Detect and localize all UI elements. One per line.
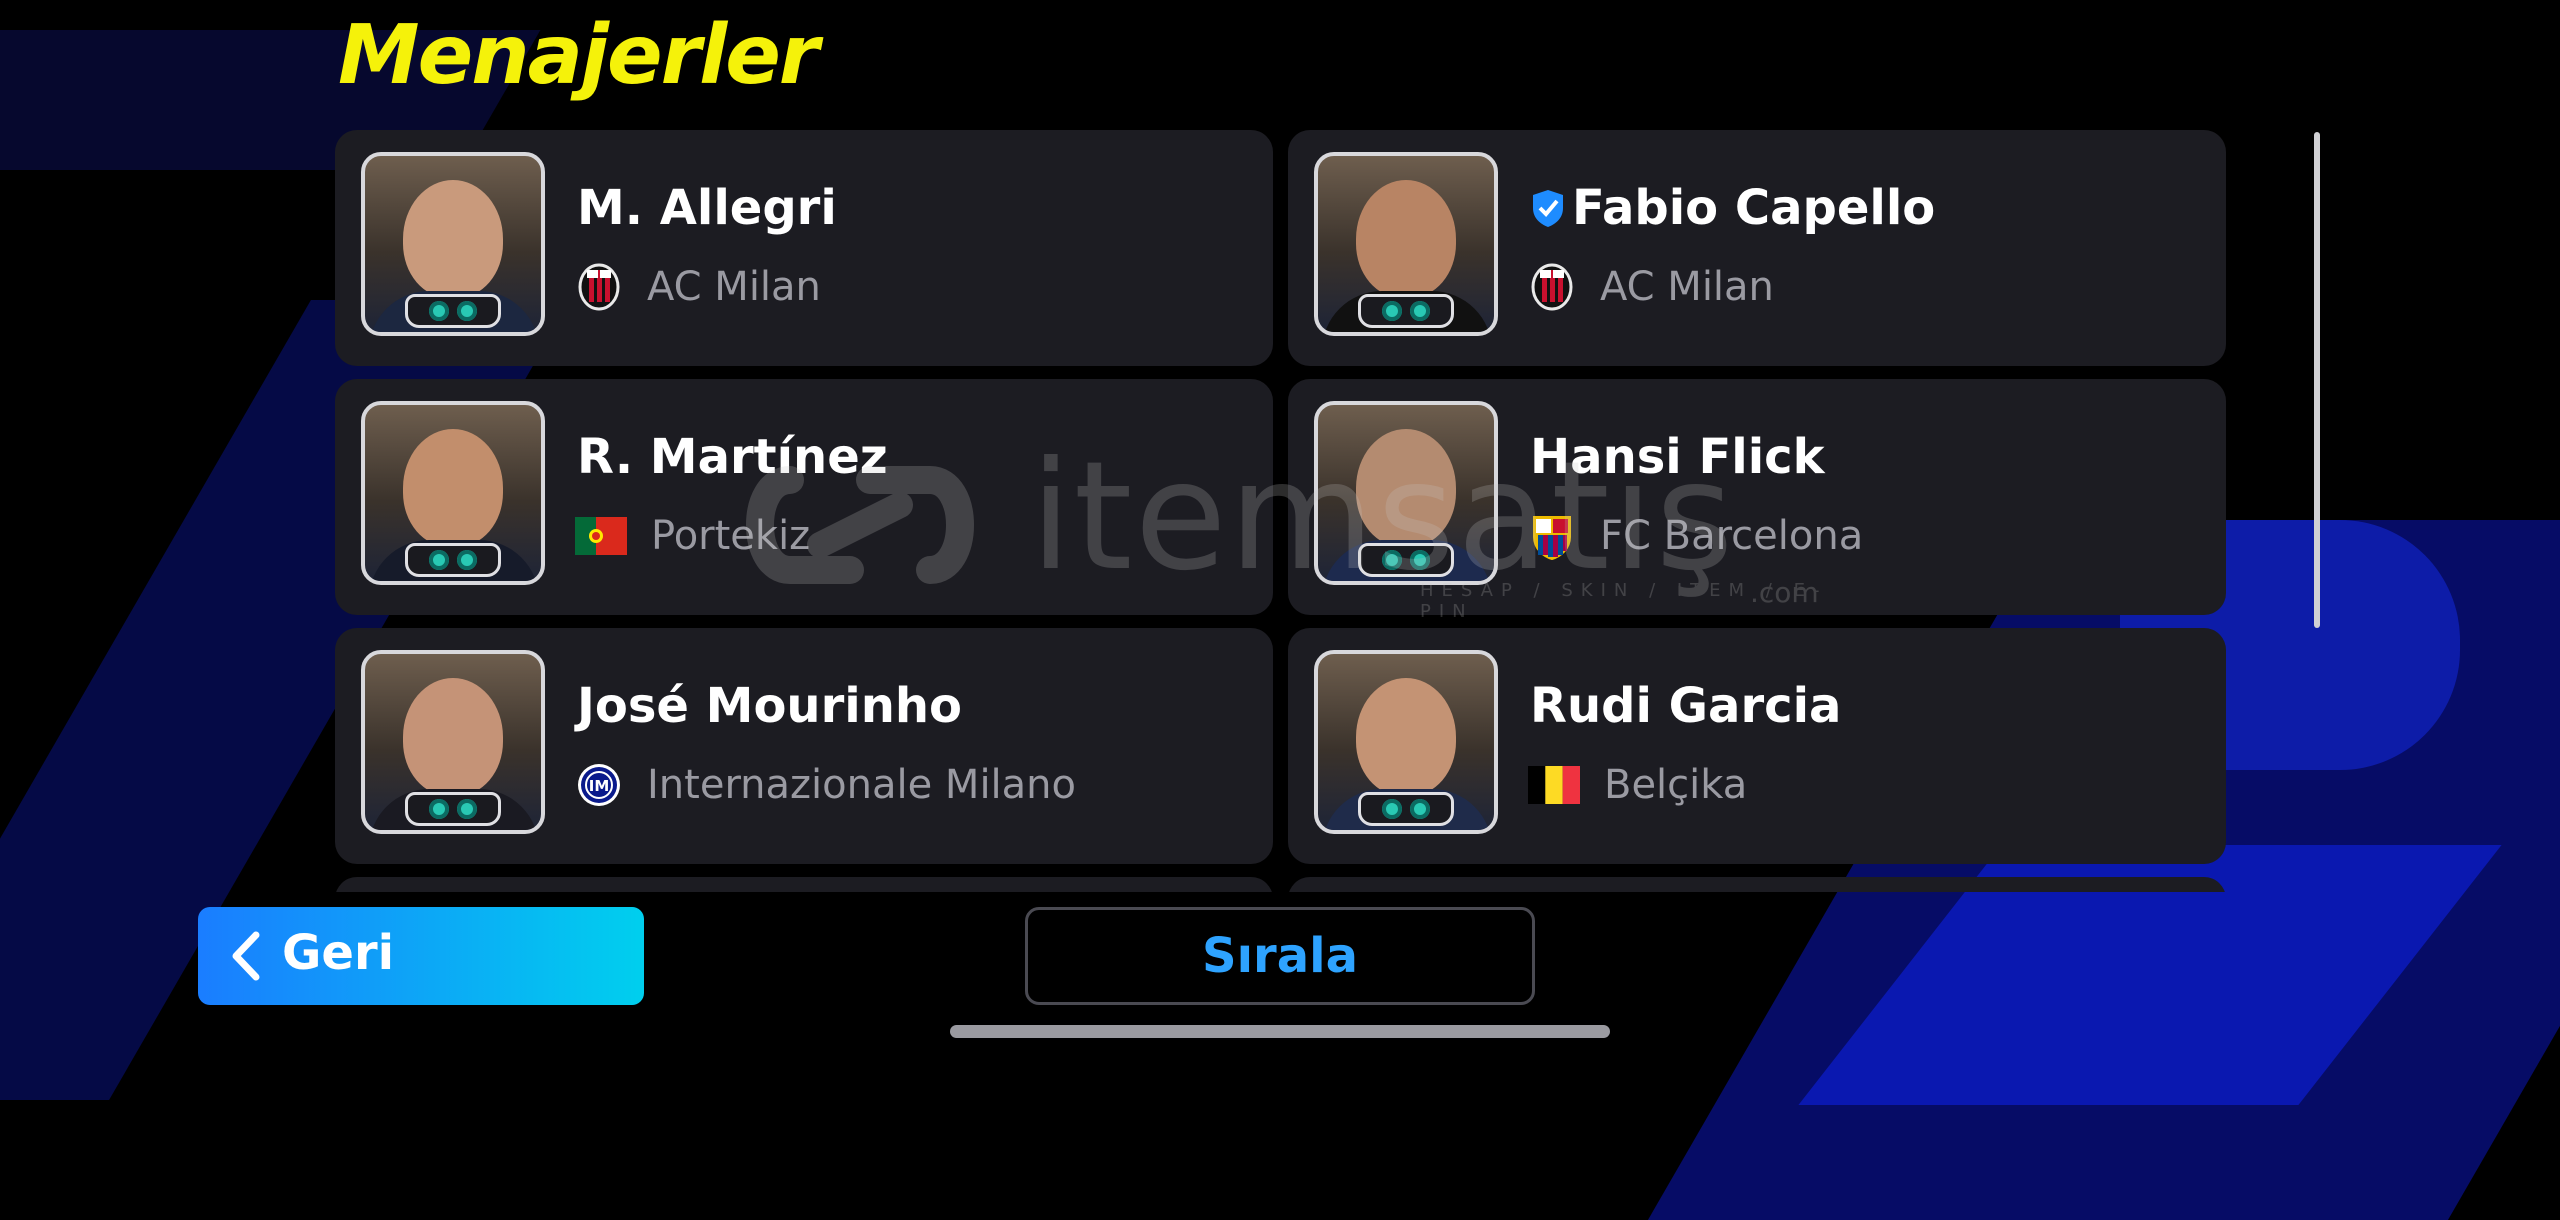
- back-button[interactable]: Geri: [198, 907, 644, 1005]
- manager-photo: [361, 401, 545, 585]
- fc-barcelona-crest-icon: [1533, 516, 1571, 561]
- team-name: Internazionale Milano: [647, 762, 1077, 808]
- manager-photo: [361, 152, 545, 336]
- page-title: Menajerler: [338, 8, 819, 103]
- manager-photo: [1314, 650, 1498, 834]
- manager-name: Rudi Garcia: [1530, 678, 1842, 734]
- manager-name: Hansi Flick: [1530, 429, 1825, 485]
- back-button-label: Geri: [282, 925, 395, 981]
- chevron-left-icon: [232, 931, 260, 981]
- sort-button-label: Sırala: [1202, 928, 1358, 984]
- skill-badges: [405, 792, 501, 826]
- manager-photo: [1314, 401, 1498, 585]
- manager-name: R. Martínez: [577, 429, 888, 485]
- manager-card[interactable]: Rudi Garcia Belçika: [1288, 628, 2226, 864]
- manager-card[interactable]: [335, 877, 1273, 892]
- manager-card[interactable]: [1288, 877, 2226, 892]
- manager-name: José Mourinho: [577, 678, 963, 734]
- manager-card[interactable]: Hansi Flick FC Barcelona: [1288, 379, 2226, 615]
- verified-badge-icon: [1533, 190, 1563, 227]
- ac-milan-crest-icon: [1531, 263, 1573, 311]
- skill-badges: [1358, 792, 1454, 826]
- belgium-flag-icon: [1528, 766, 1580, 804]
- skill-badges: [405, 294, 501, 328]
- manager-name: M. Allegri: [577, 180, 837, 236]
- team-name: Portekiz: [651, 513, 811, 559]
- manager-card[interactable]: M. Allegri AC Milan: [335, 130, 1273, 366]
- manager-photo: [361, 650, 545, 834]
- sort-button[interactable]: Sırala: [1025, 907, 1535, 1005]
- manager-card[interactable]: José Mourinho IM Internazionale Milano: [335, 628, 1273, 864]
- team-name: AC Milan: [647, 264, 821, 310]
- home-indicator[interactable]: [950, 1025, 1610, 1038]
- skill-badges: [1358, 294, 1454, 328]
- manager-card[interactable]: R. Martínez Portekiz: [335, 379, 1273, 615]
- skill-badges: [1358, 543, 1454, 577]
- manager-list[interactable]: M. Allegri AC Milan Fabio Capello AC Mil…: [335, 128, 2230, 892]
- portugal-flag-icon: [575, 517, 627, 555]
- manager-photo: [1314, 152, 1498, 336]
- inter-milan-crest-icon: IM: [578, 764, 620, 806]
- manager-card[interactable]: Fabio Capello AC Milan: [1288, 130, 2226, 366]
- ac-milan-crest-icon: [578, 263, 620, 311]
- skill-badges: [405, 543, 501, 577]
- team-name: Belçika: [1604, 762, 1748, 808]
- manager-name: Fabio Capello: [1572, 180, 1936, 236]
- team-name: FC Barcelona: [1600, 513, 1864, 559]
- svg-text:IM: IM: [589, 777, 610, 795]
- team-name: AC Milan: [1600, 264, 1774, 310]
- list-scrollbar[interactable]: [2314, 132, 2320, 628]
- manager-name-row: Fabio Capello: [1530, 180, 1935, 236]
